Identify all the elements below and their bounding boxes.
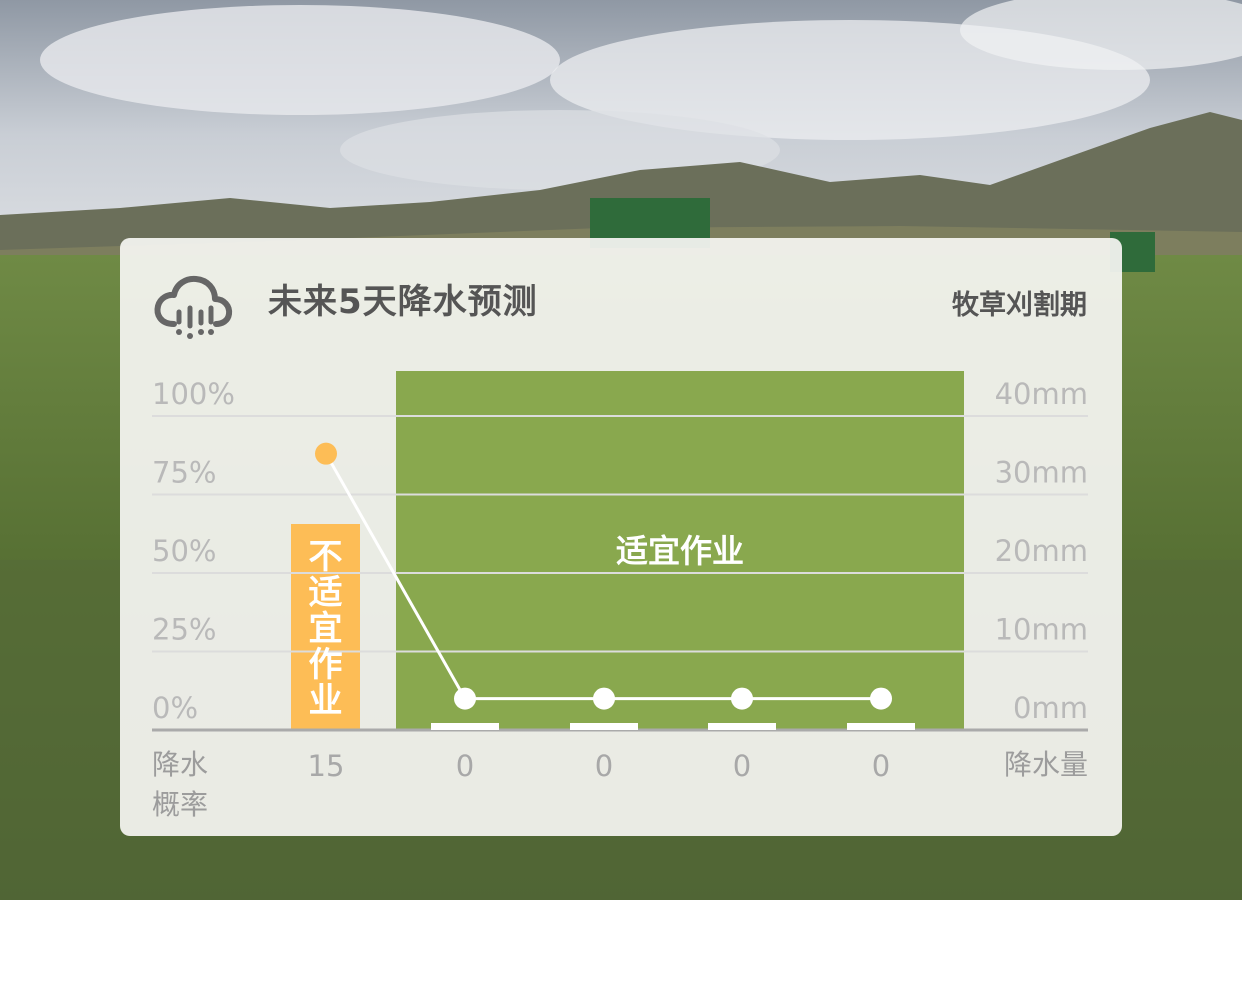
band-label-unsuitable-char: 业 bbox=[309, 681, 343, 721]
right-tick-label: 20mm bbox=[995, 534, 1088, 568]
precip-amount-bar bbox=[570, 723, 638, 730]
day-value-label: 0 bbox=[872, 749, 890, 783]
right-tick-label: 0mm bbox=[1013, 691, 1088, 725]
band-label-suitable: 适宜作业 bbox=[616, 532, 744, 570]
probability-point bbox=[454, 687, 476, 710]
precipitation-chart: 适宜作业不适宜作业100%75%50%25%0%40mm30mm20mm10mm… bbox=[152, 371, 1088, 821]
left-axis-label-line1: 降水 bbox=[152, 748, 208, 781]
day-value-label: 15 bbox=[308, 749, 345, 783]
right-tick-label: 30mm bbox=[995, 456, 1088, 490]
left-tick-label: 25% bbox=[152, 613, 216, 647]
precip-amount-bar bbox=[431, 723, 499, 730]
band-label-unsuitable-char: 宜 bbox=[309, 609, 343, 649]
precip-amount-bar bbox=[708, 723, 776, 730]
left-axis-label-line2: 概率 bbox=[152, 788, 208, 821]
day-value-label: 0 bbox=[733, 749, 751, 783]
day-value-label: 0 bbox=[595, 749, 613, 783]
left-tick-label: 0% bbox=[152, 691, 198, 725]
probability-point bbox=[731, 687, 753, 710]
forecast-card: 未来5天降水预测 牧草刈割期 适宜作业不适宜作业 100% 75% 50% 25% 0% 4… bbox=[120, 238, 1122, 836]
band-label-unsuitable-char: 适 bbox=[309, 573, 343, 613]
left-tick-label: 75% bbox=[152, 456, 216, 490]
band-label-unsuitable-char: 不 bbox=[309, 537, 343, 577]
right-axis-label: 降水量 bbox=[1004, 748, 1088, 781]
right-tick-label: 10mm bbox=[995, 613, 1088, 647]
day-value-label: 0 bbox=[456, 749, 474, 783]
left-tick-label: 50% bbox=[152, 534, 216, 568]
probability-point bbox=[315, 442, 337, 465]
right-tick-label: 40mm bbox=[995, 377, 1088, 411]
probability-point bbox=[593, 687, 615, 710]
probability-point bbox=[870, 687, 892, 710]
band-label-unsuitable-char: 作 bbox=[309, 645, 343, 685]
left-tick-label: 100% bbox=[152, 377, 235, 411]
precip-amount-bar bbox=[847, 723, 915, 730]
